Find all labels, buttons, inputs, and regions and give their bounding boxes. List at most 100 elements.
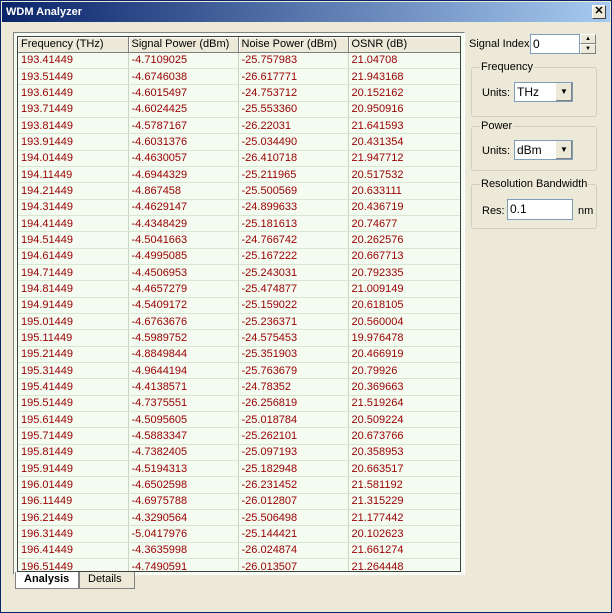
power-group-label: Power xyxy=(480,120,514,132)
cell-osnr: 20.369663 xyxy=(348,378,460,396)
header-row: Frequency (THz) Signal Power (dBm) Noise… xyxy=(18,37,460,53)
cell-frequency: 194.21449 xyxy=(18,182,129,200)
cell-osnr: 21.264448 xyxy=(348,558,460,571)
cell-frequency: 195.31449 xyxy=(18,362,129,380)
cell-osnr: 21.009149 xyxy=(348,280,460,298)
table-row[interactable]: 193.51449 -4.6746038 -26.617771 21.943168 xyxy=(18,68,460,86)
table-row[interactable]: 196.01449 -4.6502598 -26.231452 21.581192 xyxy=(18,476,460,494)
cell-signal-power: -4.4348429 xyxy=(128,215,239,233)
cell-noise-power: -25.034490 xyxy=(238,133,349,151)
table-row[interactable]: 195.21449 -4.8849844 -25.351903 20.466919 xyxy=(18,346,460,364)
arrow-down-icon: ▼ xyxy=(585,46,591,52)
close-button[interactable]: ✕ xyxy=(592,5,606,19)
spin-up-button[interactable]: ▲ xyxy=(580,34,596,44)
table-row[interactable]: 194.21449 -4.867458 -25.500569 20.633111 xyxy=(18,182,460,200)
cell-frequency: 196.51449 xyxy=(18,558,129,571)
frequency-units-select[interactable]: THz ▼ xyxy=(514,82,573,102)
cell-frequency: 193.91449 xyxy=(18,133,129,151)
table-row[interactable]: 194.31449 -4.4629147 -24.899633 20.436719 xyxy=(18,199,460,216)
cell-noise-power: -25.262101 xyxy=(238,427,349,445)
table-row[interactable]: 193.91449 -4.6031376 -25.034490 20.431354 xyxy=(18,133,460,151)
res-input[interactable]: 0.1 xyxy=(507,199,573,220)
cell-noise-power: -25.763679 xyxy=(238,362,349,380)
table-row[interactable]: 193.71449 -4.6024425 -25.553360 20.950916 xyxy=(18,101,460,118)
table-row[interactable]: 195.61449 -4.5095605 -25.018784 20.509224 xyxy=(18,411,460,429)
table-row[interactable]: 196.41449 -4.3635998 -26.024874 21.661274 xyxy=(18,542,460,560)
window-title: WDM Analyzer xyxy=(6,6,82,18)
title-bar: WDM Analyzer ✕ xyxy=(2,2,610,22)
column-header-signal-power[interactable]: Signal Power (dBm) xyxy=(128,37,239,53)
cell-osnr: 21.641593 xyxy=(348,117,460,135)
data-grid[interactable]: Frequency (THz) Signal Power (dBm) Noise… xyxy=(17,36,461,572)
table-row[interactable]: 195.51449 -4.7375551 -26.256819 21.519264 xyxy=(18,395,460,413)
tab-analysis[interactable]: Analysis xyxy=(15,572,79,589)
column-header-frequency[interactable]: Frequency (THz) xyxy=(18,37,129,53)
table-row[interactable]: 194.41449 -4.4348429 -25.181613 20.74677 xyxy=(18,215,460,233)
table-row[interactable]: 196.51449 -4.7490591 -26.013507 21.264448 xyxy=(18,558,460,571)
table-row[interactable]: 194.01449 -4.4630057 -26.410718 21.947712 xyxy=(18,150,460,167)
table-row[interactable]: 193.61449 -4.6015497 -24.753712 20.152162 xyxy=(18,84,460,102)
cell-noise-power: -25.182948 xyxy=(238,460,349,478)
table-row[interactable]: 194.11449 -4.6944329 -25.211965 20.517532 xyxy=(18,166,460,184)
table-row[interactable]: 193.41449 -4.7109025 -25.757983 21.04708 xyxy=(18,52,460,69)
cell-frequency: 196.01449 xyxy=(18,476,129,494)
cell-noise-power: -25.211965 xyxy=(238,166,349,184)
cell-signal-power: -4.6015497 xyxy=(128,84,239,102)
cell-osnr: 20.633111 xyxy=(348,182,460,200)
table-row[interactable]: 194.81449 -4.4657279 -25.474877 21.009149 xyxy=(18,280,460,298)
data-grid-frame: Frequency (THz) Signal Power (dBm) Noise… xyxy=(13,32,465,575)
table-row[interactable]: 195.11449 -4.5989752 -24.575453 19.976478 xyxy=(18,329,460,347)
column-header-noise-power[interactable]: Noise Power (dBm) xyxy=(238,37,349,53)
cell-frequency: 194.11449 xyxy=(18,166,129,184)
cell-signal-power: -4.6024425 xyxy=(128,101,239,118)
cell-noise-power: -25.144421 xyxy=(238,525,349,543)
dropdown-arrow-icon[interactable]: ▼ xyxy=(555,83,572,101)
cell-frequency: 194.91449 xyxy=(18,297,129,315)
table-row[interactable]: 195.71449 -4.5883347 -25.262101 20.673766 xyxy=(18,427,460,445)
table-row[interactable]: 196.31449 -5.0417976 -25.144421 20.102623 xyxy=(18,525,460,543)
cell-signal-power: -4.4995085 xyxy=(128,248,239,265)
dropdown-arrow-icon[interactable]: ▼ xyxy=(555,141,572,159)
cell-signal-power: -4.4629147 xyxy=(128,199,239,216)
table-row[interactable]: 194.51449 -4.5041663 -24.766742 20.262576 xyxy=(18,231,460,249)
cell-osnr: 21.04708 xyxy=(348,52,460,69)
tab-details[interactable]: Details xyxy=(79,572,135,589)
cell-signal-power: -4.6944329 xyxy=(128,166,239,184)
cell-signal-power: -4.8849844 xyxy=(128,346,239,364)
cell-noise-power: -25.474877 xyxy=(238,280,349,298)
table-row[interactable]: 195.41449 -4.4138571 -24.78352 20.369663 xyxy=(18,378,460,396)
table-row[interactable]: 195.31449 -4.9644194 -25.763679 20.79926 xyxy=(18,362,460,380)
cell-osnr: 20.262576 xyxy=(348,231,460,249)
cell-osnr: 21.581192 xyxy=(348,476,460,494)
table-row[interactable]: 194.71449 -4.4506953 -25.243031 20.792335 xyxy=(18,264,460,282)
table-row[interactable]: 194.91449 -4.5409172 -25.159022 20.618105 xyxy=(18,297,460,315)
cell-frequency: 195.71449 xyxy=(18,427,129,445)
cell-frequency: 195.01449 xyxy=(18,313,129,331)
table-row[interactable]: 193.81449 -4.5787167 -26.22031 21.641593 xyxy=(18,117,460,135)
cell-noise-power: -26.012807 xyxy=(238,493,349,511)
table-row[interactable]: 196.11449 -4.6975788 -26.012807 21.315229 xyxy=(18,493,460,511)
column-header-osnr[interactable]: OSNR (dB) xyxy=(348,37,460,53)
table-row[interactable]: 195.91449 -4.5194313 -25.182948 20.663517 xyxy=(18,460,460,478)
cell-frequency: 196.31449 xyxy=(18,525,129,543)
close-icon: ✕ xyxy=(594,5,604,17)
signal-index-input[interactable]: 0 xyxy=(530,34,580,54)
cell-noise-power: -26.024874 xyxy=(238,542,349,560)
cell-frequency: 196.11449 xyxy=(18,493,129,511)
table-row[interactable]: 196.21449 -4.3290564 -25.506498 21.177442 xyxy=(18,509,460,527)
table-row[interactable]: 195.81449 -4.7382405 -25.097193 20.358953 xyxy=(18,444,460,462)
power-units-value: dBm xyxy=(517,143,542,157)
cell-noise-power: -25.506498 xyxy=(238,509,349,527)
spin-down-button[interactable]: ▼ xyxy=(580,44,596,54)
cell-osnr: 20.663517 xyxy=(348,460,460,478)
table-row[interactable]: 195.01449 -4.6763676 -25.236371 20.560004 xyxy=(18,313,460,331)
cell-signal-power: -4.7375551 xyxy=(128,395,239,413)
cell-frequency: 195.81449 xyxy=(18,444,129,462)
cell-noise-power: -25.243031 xyxy=(238,264,349,282)
frequency-group: Frequency Units: THz ▼ xyxy=(471,61,597,117)
signal-index-spinner: ▲ ▼ xyxy=(580,34,596,54)
power-units-select[interactable]: dBm ▼ xyxy=(514,140,573,160)
cell-osnr: 19.976478 xyxy=(348,329,460,347)
table-row[interactable]: 194.61449 -4.4995085 -25.167222 20.667713 xyxy=(18,248,460,265)
cell-frequency: 194.01449 xyxy=(18,150,129,167)
